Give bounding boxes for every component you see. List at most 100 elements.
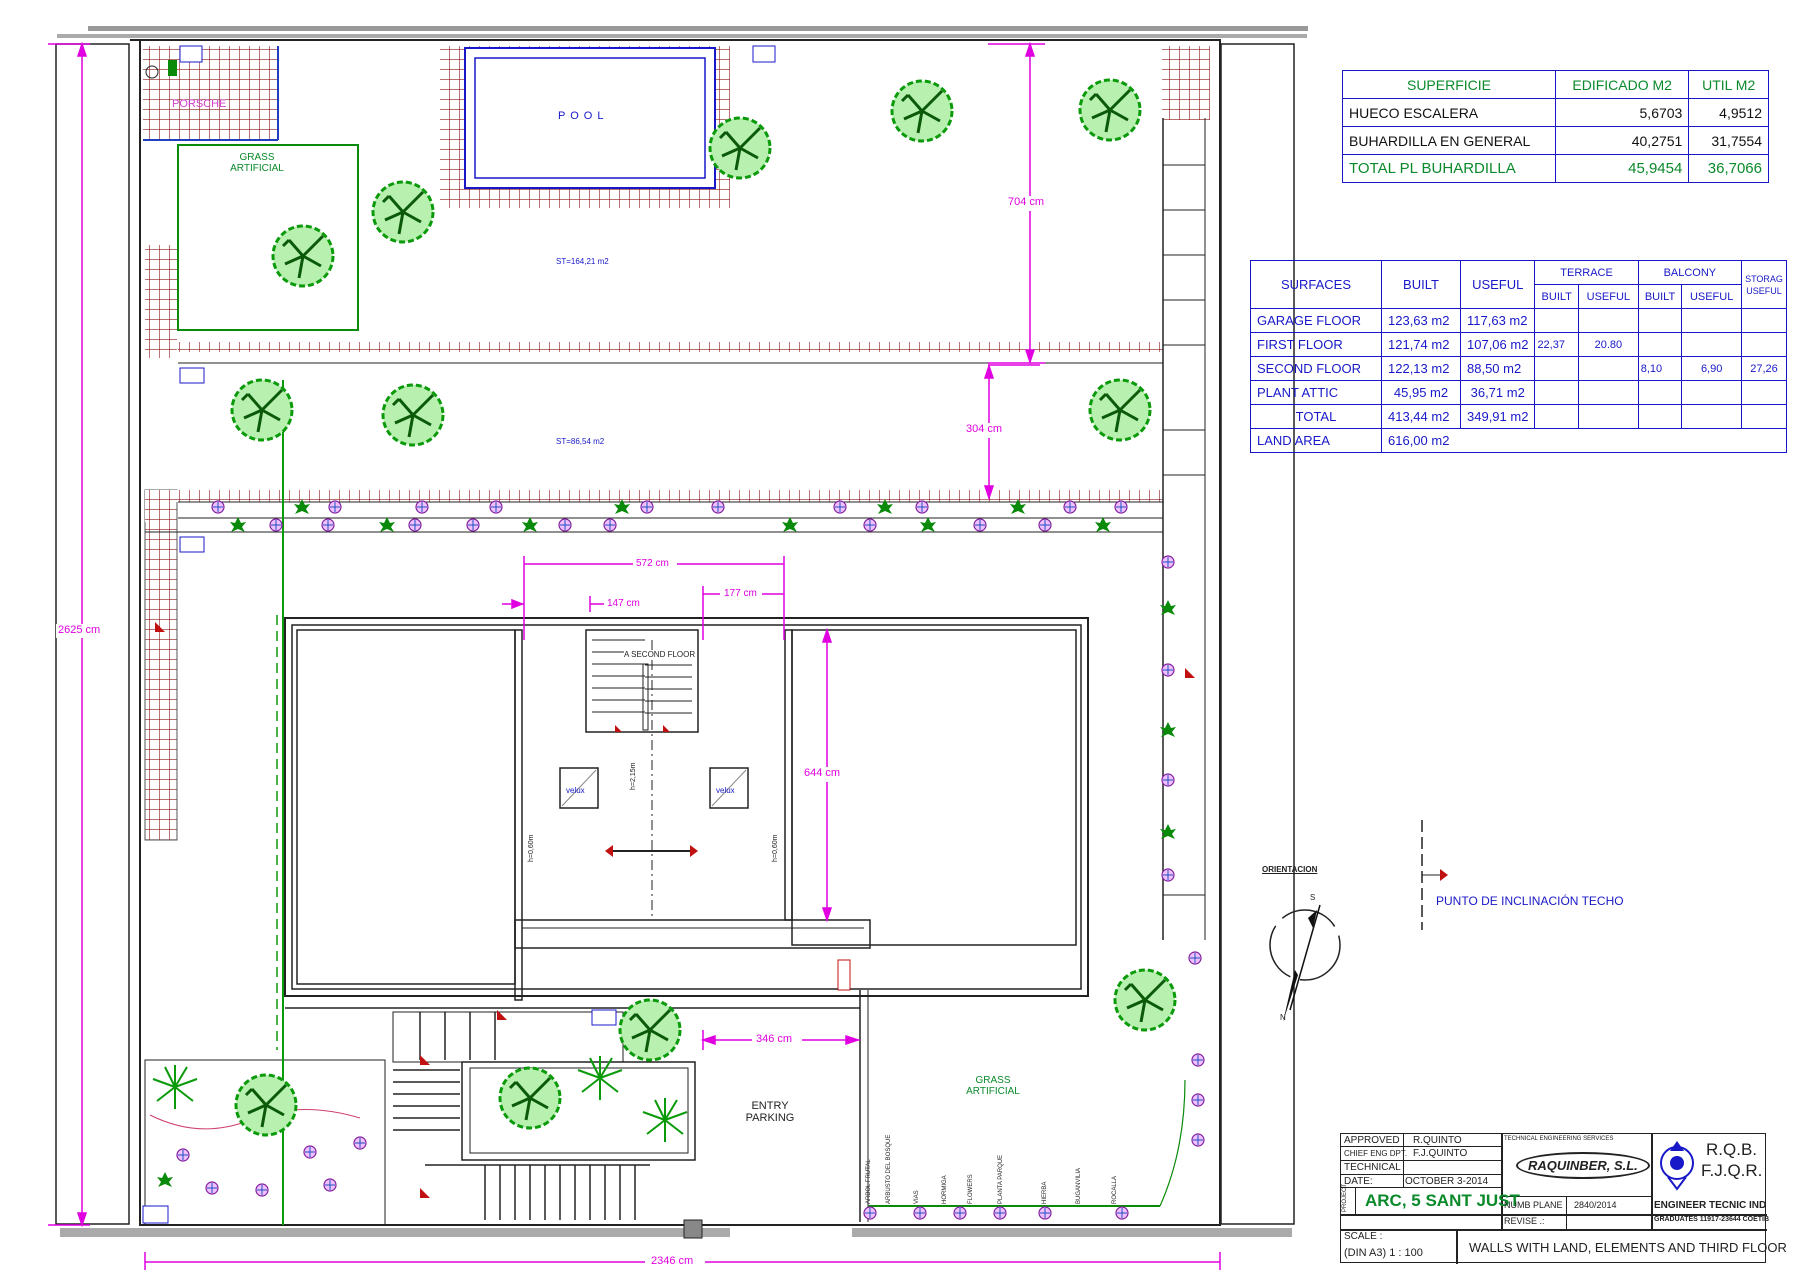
surf-row-balcony-useful: 6,90: [1681, 356, 1742, 381]
sup-total-useful: 36,7066: [1688, 154, 1769, 183]
sup-row-name: HUECO ESCALERA: [1342, 98, 1556, 127]
surf-sub-terrace-built: BUILT: [1534, 284, 1580, 309]
surf-row-built: 123,63 m2: [1381, 308, 1461, 333]
dim-overall-width: 2346 cm: [651, 1255, 694, 1267]
initials-1: R.Q.B.: [1706, 1140, 1758, 1159]
approved-name: R.QUINTO: [1413, 1135, 1462, 1146]
dim-attic-depth: 644 cm: [804, 767, 841, 779]
compass-north: N: [1280, 1013, 1286, 1022]
dim-overall-height: 2625 cm: [58, 624, 101, 636]
surf-row-useful: 107,06 m2: [1459, 332, 1536, 357]
engineer-label: ENGINEER TECNIC IND: [1654, 1200, 1767, 1211]
plant-label: FLOWERS: [968, 1174, 974, 1204]
plant-label: ARBUSTO DEL BOSQUE: [886, 1134, 892, 1204]
compass-south: S: [1310, 893, 1316, 902]
surf-row-terrace-built: [1534, 356, 1580, 381]
height-left-label: h=0,60m: [528, 834, 535, 862]
surf-row-balcony-built: [1637, 308, 1683, 333]
table-row: GARAGE FLOOR 123,63 m2 117,63 m2: [1250, 308, 1787, 333]
entry-parking-label: ENTRY PARKING: [745, 1100, 795, 1124]
technical-label: TECHNICAL: [1344, 1162, 1401, 1173]
date-value: OCTOBER 3-2014: [1405, 1176, 1489, 1187]
surf-row-terrace-built: [1534, 380, 1580, 405]
sup-row-useful: 4,9512: [1688, 98, 1769, 127]
surf-row-storage: [1741, 308, 1787, 333]
approved-label: APPROVED: [1344, 1135, 1400, 1146]
site-plan-drawing: [48, 26, 1448, 1270]
surf-header-balcony: BALCONY: [1637, 260, 1743, 285]
surf-row-balcony-useful: [1681, 332, 1742, 357]
surf-row-storage: 27,26: [1741, 356, 1787, 381]
surf-total-empty: [1578, 404, 1639, 429]
company-logo: RAQUINBER, S.L.: [1516, 1152, 1650, 1179]
surf-row-terrace-useful: 20.80: [1578, 332, 1639, 357]
surf-row-terrace-built: [1534, 308, 1580, 333]
numb-plane-value: 2840/2014: [1574, 1200, 1617, 1210]
grass-artificial-label: GRASS ARTIFICIAL: [230, 152, 284, 174]
surf-row-built: 45,95 m2: [1381, 380, 1461, 405]
sup-row-useful: 31,7554: [1688, 126, 1769, 155]
plant-label: ARBOL FRUTAL: [866, 1159, 872, 1204]
sup-total-built: 45,9454: [1554, 154, 1690, 183]
surf-row-storage: [1741, 332, 1787, 357]
pool-label: P O O L: [558, 110, 605, 122]
initials-2: F.J.Q.R.: [1701, 1161, 1763, 1180]
scale-value: (DIN A3) 1 : 100: [1344, 1247, 1423, 1259]
plant-label: PLANTA PARQUE: [998, 1154, 1004, 1204]
surf-total-empty: [1534, 404, 1580, 429]
height-right-label: h=0,60m: [772, 834, 779, 862]
surf-total-empty: [1741, 404, 1787, 429]
middle-garden-area: ST=86,54 m2: [556, 437, 605, 446]
services-label: TECHNICAL ENGINEERING SERVICES: [1504, 1136, 1614, 1142]
surf-row-terrace-useful: [1578, 356, 1639, 381]
surf-row-useful: 117,63 m2: [1459, 308, 1536, 333]
plant-label: ROCALLA: [1112, 1175, 1118, 1204]
surf-row-built: 121,74 m2: [1381, 332, 1461, 357]
surf-row-balcony-built: [1637, 380, 1683, 405]
sup-header-built: EDIFICADO M2: [1554, 70, 1690, 99]
surf-header-useful: USEFUL: [1459, 260, 1536, 309]
scale-label: SCALE :: [1344, 1231, 1383, 1242]
dim-upper-garden: 704 cm: [1008, 196, 1045, 208]
grass-artificial-2-label: GRASS ARTIFICIAL: [966, 1075, 1020, 1097]
sup-header-useful: UTIL M2: [1688, 70, 1769, 99]
surf-row-built: 122,13 m2: [1381, 356, 1461, 381]
surf-total-built: 413,44 m2: [1381, 404, 1461, 429]
surf-row-name: FIRST FLOOR: [1250, 332, 1382, 357]
velux-left-label: velux: [566, 786, 585, 795]
table-row: PLANT ATTIC 45,95 m2 36,71 m2: [1250, 380, 1787, 405]
table-row: TOTAL 413,44 m2 349,91 m2: [1250, 404, 1787, 429]
roof-slope-point-label: PUNTO DE INCLINACIÓN TECHO: [1436, 894, 1624, 908]
surf-header-storage: STORAG USEFUL: [1741, 260, 1787, 309]
surf-row-balcony-built: 8,10: [1637, 356, 1683, 381]
plant-label: HIERBA: [1042, 1181, 1048, 1204]
plant-label: BUGANVILIA: [1076, 1167, 1082, 1204]
surf-sub-terrace-useful: USEFUL: [1578, 284, 1639, 309]
project-label: PROJECT: [1342, 1183, 1348, 1212]
surf-total-empty: [1637, 404, 1683, 429]
dim-stair-span: 572 cm: [636, 558, 669, 569]
surf-row-storage: [1741, 380, 1787, 405]
velux-right-label: velux: [716, 786, 735, 795]
surf-row-balcony-useful: [1681, 380, 1742, 405]
chief-label: CHIEF ENG DPT.: [1344, 1149, 1408, 1158]
surf-row-name: GARAGE FLOOR: [1250, 308, 1382, 333]
surf-sub-balcony-useful: USEFUL: [1681, 284, 1742, 309]
surf-header-surfaces: SURFACES: [1250, 260, 1382, 309]
orientation-label: ORIENTACION: [1262, 865, 1318, 874]
surf-row-name: PLANT ATTIC: [1250, 380, 1382, 405]
land-area-label: LAND AREA: [1250, 428, 1382, 453]
surf-row-useful: 88,50 m2: [1459, 356, 1536, 381]
revise-label: REVISE .:: [1504, 1216, 1545, 1226]
sup-row-built: 40,2751: [1554, 126, 1690, 155]
surf-sub-balcony-built: BUILT: [1637, 284, 1683, 309]
surf-header-built: BUILT: [1381, 260, 1461, 309]
upper-garden-area: ST=164,21 m2: [556, 257, 609, 266]
table-row: TOTAL PL BUHARDILLA 45,9454 36,7066: [1342, 154, 1769, 183]
porsche-label: PORSCHE: [172, 98, 227, 110]
chief-name: F.J.QUINTO: [1413, 1148, 1468, 1159]
dim-entry-width: 346 cm: [756, 1033, 793, 1045]
dim-middle-garden: 304 cm: [966, 423, 1003, 435]
surf-row-balcony-useful: [1681, 308, 1742, 333]
surf-row-name: SECOND FLOOR: [1250, 356, 1382, 381]
